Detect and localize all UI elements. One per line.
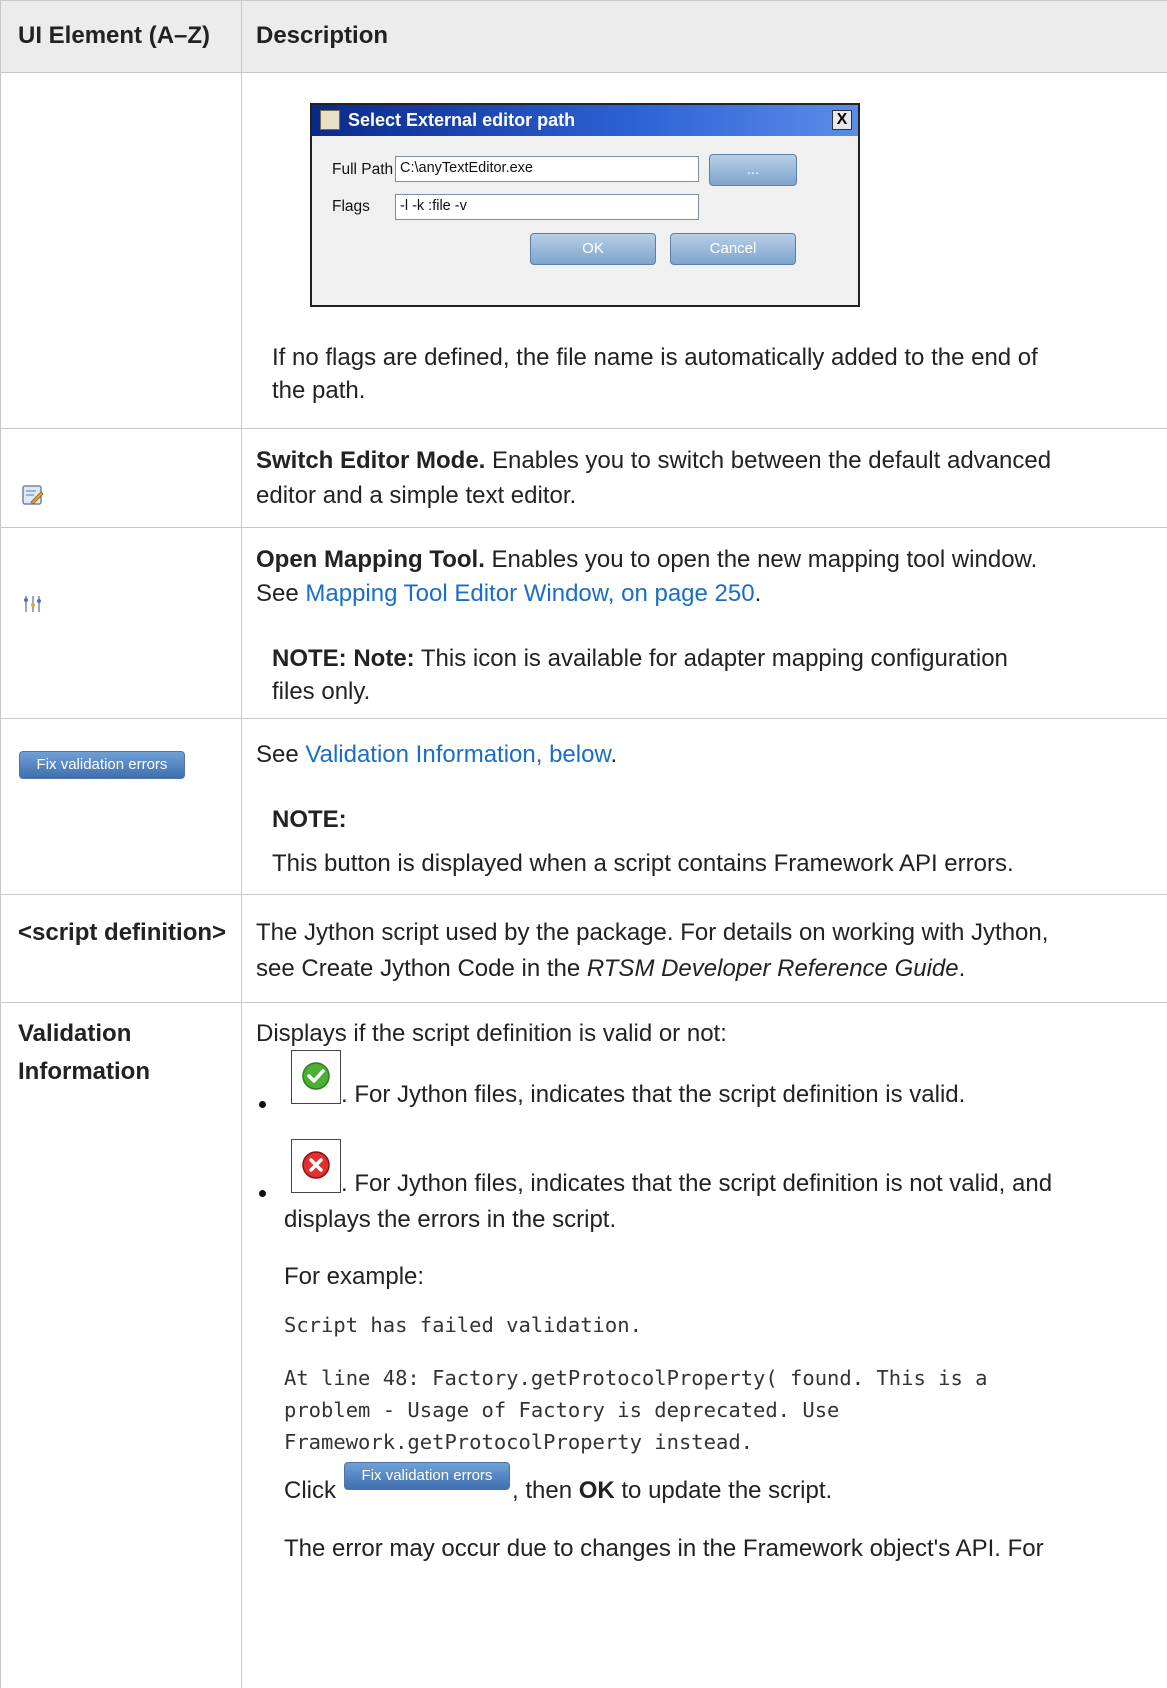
ui-elements-table: UI Element (A–Z) Description Select Exte… bbox=[0, 0, 1167, 1688]
fix-validation-see: See Validation Information, below. bbox=[256, 741, 618, 768]
mapping-tool-note-2: files only. bbox=[272, 678, 371, 705]
valid-desc: . For Jython files, indicates that the s… bbox=[341, 1081, 966, 1108]
open-mapping-tool-see: See Mapping Tool Editor Window, on page … bbox=[256, 580, 762, 607]
inline-fix-validation-errors-button[interactable]: Fix validation errors bbox=[344, 1462, 510, 1490]
full-path-label: Full Path bbox=[332, 161, 394, 178]
click-instruction-rest: , then OK to update the script. bbox=[512, 1477, 833, 1504]
validation-intro: Displays if the script definition is val… bbox=[256, 1020, 727, 1047]
browse-button[interactable]: ... bbox=[709, 154, 797, 186]
select-external-editor-dialog: Select External editor path X Full Path … bbox=[310, 103, 860, 307]
full-path-field[interactable]: C:\anyTextEditor.exe bbox=[395, 156, 699, 182]
switch-editor-mode-desc-2: editor and a simple text editor. bbox=[256, 482, 577, 509]
valid-status-icon bbox=[291, 1050, 341, 1104]
header-description: Description bbox=[256, 22, 389, 49]
script-definition-desc: The Jython script used by the package. F… bbox=[256, 919, 1049, 946]
validation-information-element: Validation bbox=[18, 1020, 132, 1047]
code-line-3: problem - Usage of Factory is deprecated… bbox=[284, 1398, 840, 1422]
fix-validation-errors-button[interactable]: Fix validation errors bbox=[19, 751, 185, 779]
flags-label: Flags bbox=[332, 198, 370, 215]
ok-button[interactable]: OK bbox=[530, 233, 656, 265]
mapping-tool-note: NOTE: Note: This icon is available for a… bbox=[272, 645, 1008, 672]
script-definition-desc-2: see Create Jython Code in the RTSM Devel… bbox=[256, 955, 966, 982]
header-ui-element: UI Element (A–Z) bbox=[18, 22, 211, 49]
code-line-4: Framework.getProtocolProperty instead. bbox=[284, 1430, 753, 1454]
fix-validation-note-label: NOTE: bbox=[272, 806, 347, 833]
open-mapping-tool-desc: Open Mapping Tool. Enables you to open t… bbox=[256, 546, 1038, 573]
validation-information-element-2: Information bbox=[18, 1058, 150, 1085]
invalid-desc: . For Jython files, indicates that the s… bbox=[341, 1170, 1053, 1197]
switch-editor-mode-icon bbox=[22, 485, 44, 505]
switch-editor-mode-desc: Switch Editor Mode. Enables you to switc… bbox=[256, 447, 1052, 474]
error-cause-text: The error may occur due to changes in th… bbox=[284, 1535, 1044, 1562]
code-line-2: At line 48: Factory.getProtocolProperty(… bbox=[284, 1366, 988, 1390]
mapping-tool-link[interactable]: Mapping Tool Editor Window, on page 250 bbox=[305, 580, 754, 607]
bullet-valid bbox=[259, 1101, 266, 1108]
close-icon[interactable]: X bbox=[832, 110, 852, 130]
dialog-title-bar: Select External editor path X bbox=[312, 105, 858, 136]
invalid-status-icon bbox=[291, 1139, 341, 1193]
code-line-1: Script has failed validation. bbox=[284, 1313, 642, 1337]
java-app-icon bbox=[320, 110, 340, 130]
open-mapping-tool-icon bbox=[24, 596, 41, 612]
validation-information-link[interactable]: Validation Information, below bbox=[305, 741, 610, 768]
example-label: For example: bbox=[284, 1263, 425, 1290]
flags-field[interactable]: -l -k :file -v bbox=[395, 194, 699, 220]
flags-note-line2: the path. bbox=[272, 377, 366, 404]
cancel-button[interactable]: Cancel bbox=[670, 233, 796, 265]
bullet-invalid bbox=[259, 1190, 266, 1197]
invalid-desc-2: displays the errors in the script. bbox=[284, 1206, 617, 1233]
fix-validation-note-text: This button is displayed when a script c… bbox=[272, 850, 1014, 877]
flags-note-line1: If no flags are defined, the file name i… bbox=[272, 344, 1038, 371]
script-definition-element: <script definition> bbox=[18, 919, 227, 946]
dialog-title: Select External editor path bbox=[348, 110, 576, 130]
click-instruction: Click bbox=[284, 1477, 336, 1504]
